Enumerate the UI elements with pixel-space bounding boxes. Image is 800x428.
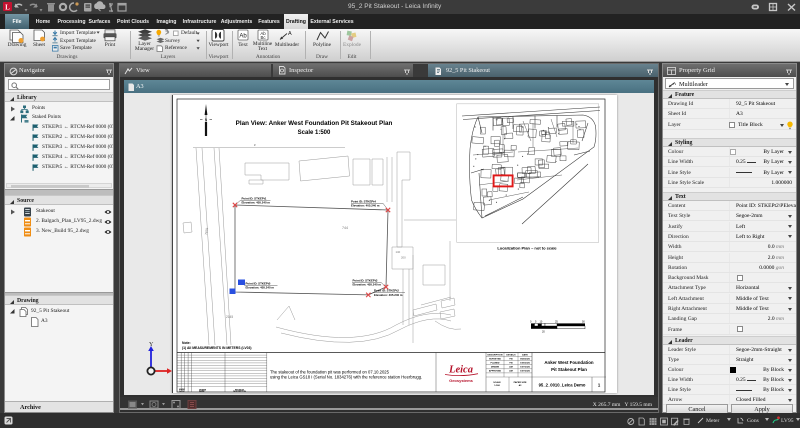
- svg-text:DATE: DATE: [522, 353, 528, 356]
- svg-text:N: N: [205, 118, 208, 122]
- svg-text:SURVEYED: SURVEYED: [489, 358, 501, 360]
- svg-text:744: 744: [342, 226, 348, 230]
- svg-text:DRAWN: DRAWN: [491, 366, 500, 369]
- svg-text:SCALE: SCALE: [493, 381, 501, 384]
- svg-text:DESCRIPTION: DESCRIPTION: [233, 391, 247, 393]
- svg-text:0: 0: [530, 321, 532, 324]
- svg-text:5: 5: [535, 321, 537, 324]
- svg-text:AM: AM: [509, 370, 513, 373]
- svg-text:TW: TW: [509, 358, 513, 360]
- svg-text:Note:: Note:: [182, 341, 191, 345]
- svg-text:A: A: [288, 31, 292, 37]
- svg-text:Elevation: 405.240 m: Elevation: 405.240 m: [374, 293, 403, 297]
- svg-text:9/25/2025: 9/25/2025: [520, 358, 531, 360]
- svg-text:10/7/2025: 10/7/2025: [520, 371, 531, 373]
- svg-text:2145: 2145: [226, 315, 233, 319]
- svg-text:Scale 1:500: Scale 1:500: [298, 130, 331, 136]
- svg-text:95_2_0010_Leica Demo: 95_2_0010_Leica Demo: [539, 383, 586, 388]
- svg-text:1: 1: [598, 383, 601, 388]
- svg-text:Elevation: 405.240 m: Elevation: 405.240 m: [246, 286, 275, 290]
- svg-text:Anker West Foundation: Anker West Foundation: [544, 360, 594, 365]
- svg-text:DATE: DATE: [179, 390, 185, 393]
- svg-text:Elevation: 405.240 m: Elevation: 405.240 m: [351, 204, 380, 208]
- svg-text:Leica: Leica: [448, 365, 473, 376]
- svg-text:TW: TW: [509, 363, 513, 365]
- svg-text:PLANED: PLANED: [491, 362, 500, 365]
- svg-text:25: 25: [555, 321, 558, 324]
- svg-text:10: 10: [540, 321, 543, 324]
- svg-text:20: 20: [542, 331, 545, 334]
- svg-text:L: L: [5, 4, 10, 12]
- svg-text:using the Leica GS18 I (Serial: using the Leica GS18 I (Serial No. 18342…: [270, 374, 422, 379]
- svg-text:Elevation: 405.240 m: Elevation: 405.240 m: [353, 283, 382, 287]
- svg-text:7679: 7679: [204, 227, 209, 235]
- svg-text:Plan View: Anker West Foundati: Plan View: Anker West Foundation Pit Sta…: [236, 120, 393, 127]
- svg-text:(1) All MEASUREMENTS IN METERS: (1) All MEASUREMENTS IN METERS (LV03): [182, 346, 252, 350]
- svg-text:Geosystems: Geosystems: [449, 378, 474, 383]
- svg-text:AM: AM: [509, 366, 513, 369]
- svg-text:Elevation: 405.240 m: Elevation: 405.240 m: [242, 201, 271, 205]
- svg-text:Ab: Ab: [239, 34, 247, 40]
- svg-text:Bc: Bc: [260, 35, 266, 40]
- svg-text:#: #: [254, 143, 256, 147]
- svg-text:PAPER SIZE: PAPER SIZE: [514, 381, 527, 384]
- svg-text:APPROVED: APPROVED: [489, 370, 502, 373]
- svg-text:DESCRIPTION: DESCRIPTION: [488, 354, 503, 356]
- svg-text:DETAILS: DETAILS: [506, 353, 516, 356]
- svg-text:1:500: 1:500: [494, 385, 500, 387]
- svg-text:10/6/2025: 10/6/2025: [520, 363, 531, 365]
- svg-text:50: 50: [582, 321, 585, 324]
- svg-text:Localization Plan – not to sca: Localization Plan – not to scale: [497, 246, 557, 251]
- svg-text:140: 140: [396, 250, 401, 254]
- svg-text:NAME: NAME: [199, 390, 205, 393]
- svg-text:A3: A3: [519, 384, 523, 387]
- svg-text:A: A: [673, 81, 676, 86]
- svg-text:Pit Stakeout Plan: Pit Stakeout Plan: [551, 367, 587, 372]
- svg-text:200: 200: [401, 256, 406, 260]
- svg-text:10/7/2025: 10/7/2025: [520, 367, 531, 369]
